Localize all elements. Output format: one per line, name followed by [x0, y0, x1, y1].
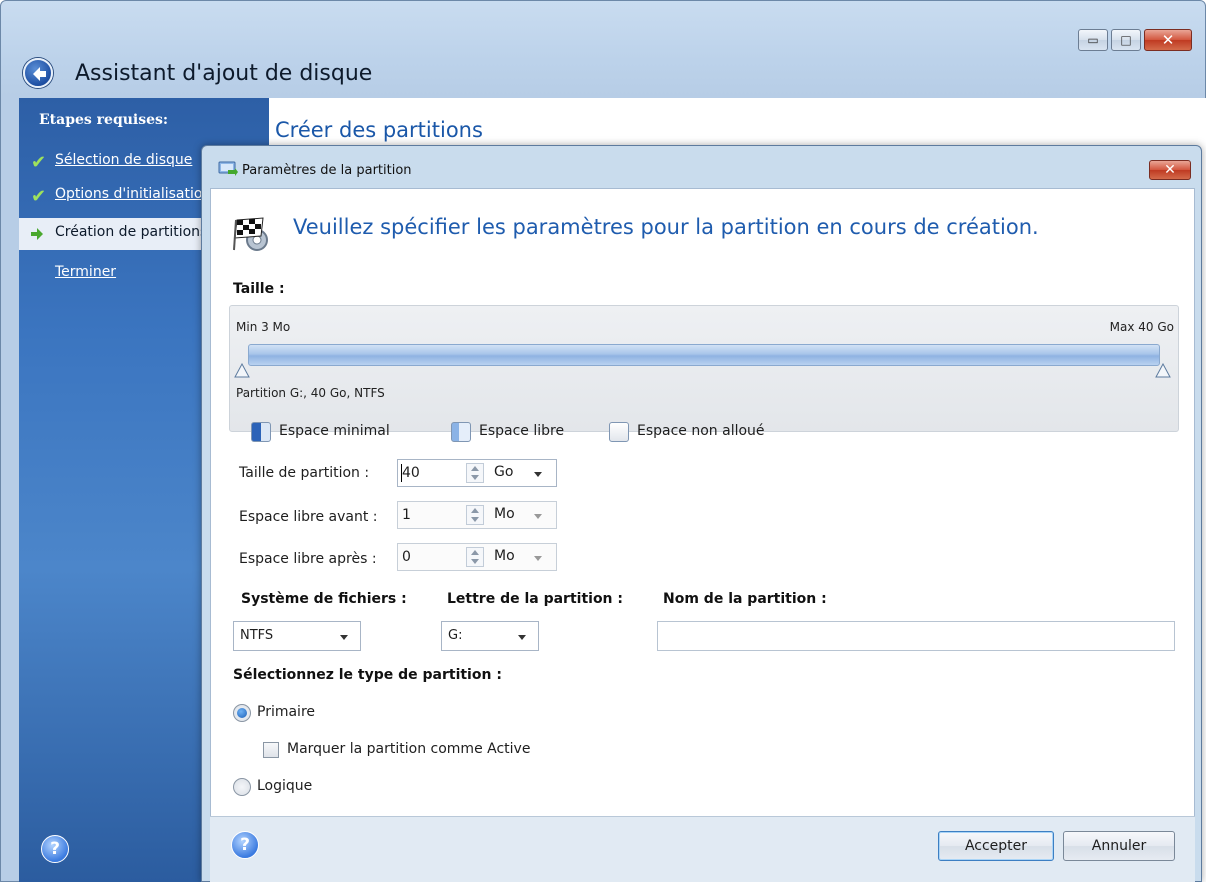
free-before-spinner[interactable] [466, 505, 484, 525]
active-checkbox[interactable] [263, 742, 279, 758]
sidebar-item-label: Options d'initialisation [55, 186, 212, 202]
sidebar-item-label: Sélection de disque [55, 152, 193, 168]
filesystem-label: Système de fichiers : [241, 591, 407, 607]
chevron-down-icon[interactable] [534, 472, 542, 477]
partition-letter-select[interactable]: G: [441, 621, 539, 651]
partition-settings-icon [218, 161, 238, 176]
partition-name-label: Nom de la partition : [663, 591, 827, 607]
close-icon: ✕ [1161, 31, 1175, 49]
window-title: Assistant d'ajout de disque [75, 61, 373, 86]
legend-swatch [251, 422, 271, 442]
chevron-down-icon [340, 635, 348, 640]
back-arrow-icon [33, 67, 46, 81]
cancel-button[interactable]: Annuler [1063, 831, 1175, 861]
size-label: Taille : [233, 281, 285, 297]
free-after-label: Espace libre après : [239, 551, 377, 567]
dialog-heading: Veuillez spécifier les paramètres pour l… [293, 215, 1039, 239]
legend-swatch [609, 422, 629, 442]
free-before-field[interactable]: 1 Mo [397, 501, 557, 529]
partition-letter-value: G: [448, 628, 463, 643]
right-slider-handle[interactable] [1155, 363, 1171, 379]
size-slider-panel: Min 3 Mo Max 40 Go Partition G:, 40 Go, … [229, 305, 1179, 432]
free-before-value[interactable]: 1 [402, 507, 411, 523]
partition-summary-label: Partition G:, 40 Go, NTFS [236, 386, 385, 400]
dialog-title: Paramètres de la partition [242, 163, 412, 178]
title-bar: Assistant d'ajout de disque ▭ □ ✕ [1, 1, 1205, 97]
free-before-unit[interactable]: Mo [494, 506, 515, 522]
partition-size-label: Taille de partition : [239, 465, 370, 481]
partition-size-spinner[interactable] [466, 463, 484, 483]
logical-radio-label[interactable]: Logique [257, 778, 312, 794]
legend-swatch [451, 422, 471, 442]
partition-size-field[interactable]: 40 Go [397, 459, 557, 487]
free-after-spinner[interactable] [466, 547, 484, 567]
help-icon[interactable]: ? [231, 831, 259, 859]
partition-name-input[interactable] [657, 621, 1175, 651]
legend-label: Espace libre [479, 423, 565, 439]
page-title: Créer des partitions [275, 118, 483, 142]
left-slider-handle[interactable] [234, 363, 250, 379]
partition-settings-dialog: Paramètres de la partition ✕ Veuillez sp… [201, 145, 1202, 882]
logical-radio[interactable] [233, 778, 251, 796]
chevron-down-icon[interactable] [534, 514, 542, 519]
close-window-button[interactable]: ✕ [1144, 29, 1192, 51]
dialog-footer: ? Accepter Annuler [210, 816, 1195, 882]
chevron-down-icon[interactable] [534, 556, 542, 561]
max-size-label: Max 40 Go [1109, 320, 1174, 334]
dialog-close-button[interactable]: ✕ [1149, 160, 1191, 180]
partition-size-value[interactable]: 40 [402, 465, 420, 481]
minimize-button[interactable]: ▭ [1078, 29, 1108, 51]
free-after-unit[interactable]: Mo [494, 548, 515, 564]
filesystem-value: NTFS [240, 628, 274, 643]
sidebar-heading: Etapes requises: [39, 112, 169, 128]
active-checkbox-label[interactable]: Marquer la partition comme Active [287, 741, 530, 757]
accept-button[interactable]: Accepter [938, 831, 1054, 861]
partition-size-bar[interactable] [248, 344, 1160, 366]
sidebar-item-label: Création de partitions [55, 224, 208, 240]
chevron-down-icon [518, 635, 526, 640]
current-step-arrow-icon [31, 228, 43, 240]
filesystem-select[interactable]: NTFS [233, 621, 361, 651]
help-icon[interactable]: ? [41, 835, 69, 863]
checkered-flag-gear-icon [233, 217, 268, 251]
maximize-icon: □ [1120, 33, 1132, 47]
dialog-body: Veuillez spécifier les paramètres pour l… [210, 188, 1195, 854]
min-size-label: Min 3 Mo [236, 320, 291, 334]
checkmark-icon: ✔ [31, 152, 47, 173]
sidebar-item-label: Terminer [55, 264, 117, 280]
free-after-field[interactable]: 0 Mo [397, 543, 557, 571]
primary-radio[interactable] [233, 704, 251, 722]
checkmark-icon: ✔ [31, 186, 47, 207]
partition-letter-label: Lettre de la partition : [447, 591, 623, 607]
back-button[interactable] [23, 58, 53, 88]
minimize-icon: ▭ [1087, 33, 1099, 47]
maximize-button[interactable]: □ [1111, 29, 1141, 51]
dialog-title-bar: Paramètres de la partition ✕ [202, 146, 1201, 194]
legend-label: Espace minimal [279, 423, 390, 439]
legend-label: Espace non alloué [637, 423, 765, 439]
partition-type-label: Sélectionnez le type de partition : [233, 667, 502, 683]
primary-radio-label[interactable]: Primaire [257, 704, 315, 720]
partition-size-unit[interactable]: Go [494, 464, 513, 480]
free-after-value[interactable]: 0 [402, 549, 411, 565]
free-before-label: Espace libre avant : [239, 509, 378, 525]
